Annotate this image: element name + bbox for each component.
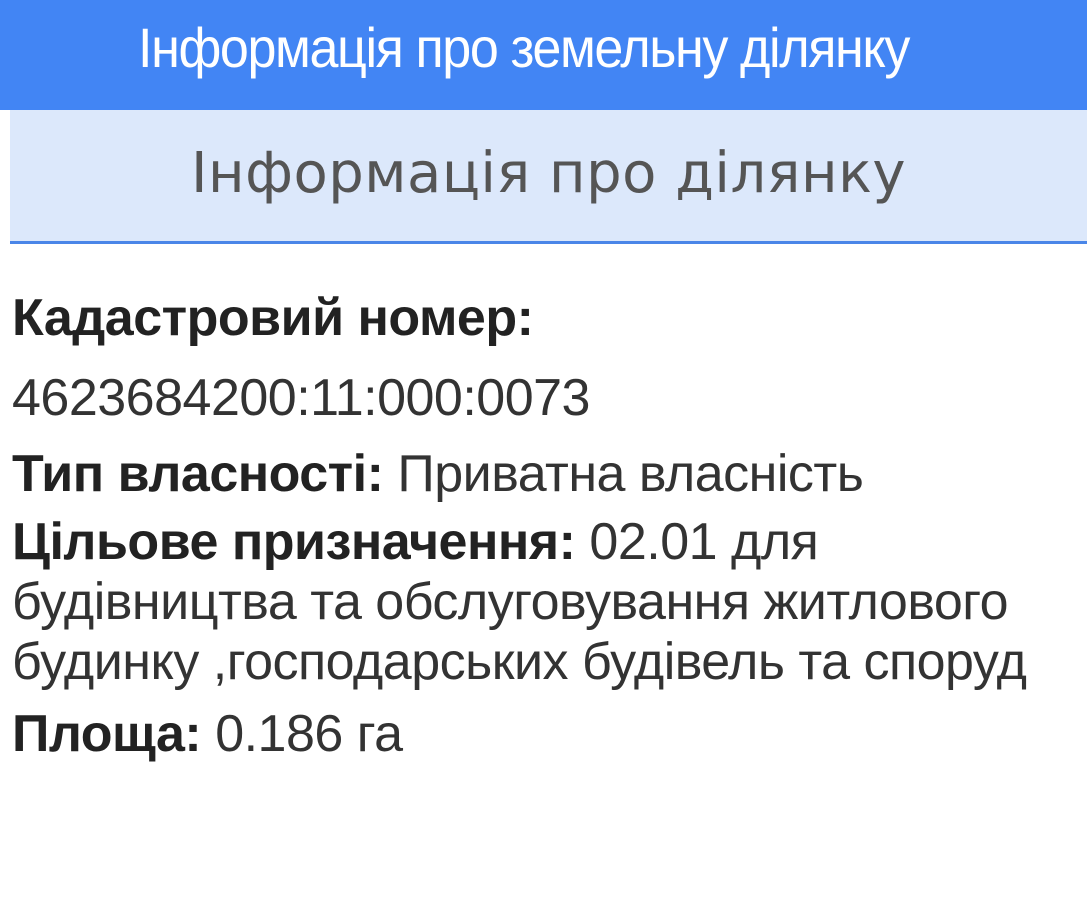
ownership-type-value: Приватна власність (397, 445, 864, 503)
parcel-info-panel: Інформація про земельну ділянку Інформац… (0, 0, 1087, 900)
parcel-details: Кадастровий номер: 4623684200:11:000:007… (12, 288, 1072, 776)
ownership-type-label: Тип власності: (12, 445, 384, 503)
intended-purpose-row: Цільове призначення: 02.01 для будівницт… (12, 512, 1072, 692)
section-tab-parcel-info[interactable]: Інформація про ділянку (10, 110, 1087, 244)
area-label: Площа: (12, 705, 202, 763)
cadastral-number-label: Кадастровий номер: (12, 289, 534, 347)
cadastral-number-value: 4623684200:11:000:0073 (12, 369, 590, 427)
area-row: Площа: 0.186 га (12, 704, 1072, 764)
area-value: 0.186 га (215, 705, 403, 763)
section-tab-label: Інформація про ділянку (190, 141, 907, 206)
panel-title: Інформація про земельну ділянку (138, 16, 910, 79)
intended-purpose-label: Цільове призначення: (12, 513, 576, 571)
cadastral-number-value-row: 4623684200:11:000:0073 (12, 368, 1072, 428)
ownership-type-row: Тип власності: Приватна власність (12, 444, 1072, 504)
panel-header: Інформація про земельну ділянку (0, 0, 1087, 110)
cadastral-number-row: Кадастровий номер: (12, 288, 1072, 348)
